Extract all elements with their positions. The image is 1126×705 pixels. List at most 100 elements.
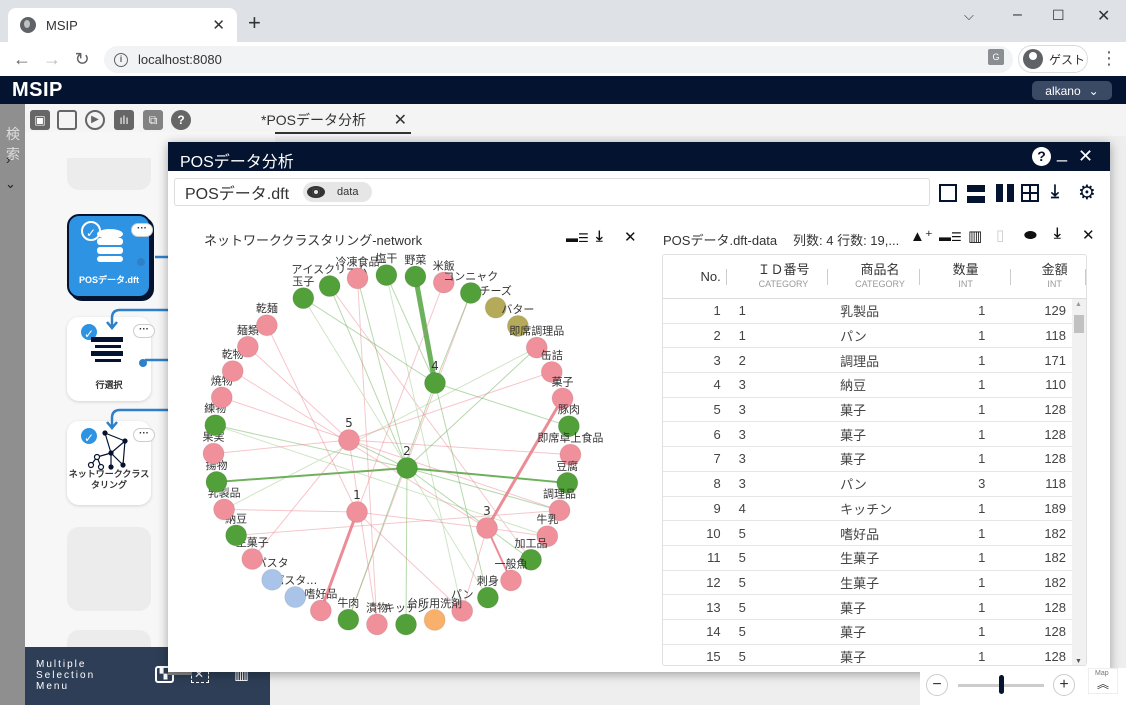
map-collapse-button[interactable]: Map ︽ bbox=[1088, 668, 1118, 694]
layout-grid-icon[interactable] bbox=[1021, 184, 1039, 202]
chevron-down-icon[interactable]: ⌄ bbox=[5, 176, 16, 192]
table-row[interactable]: 1 1 乳製品 1 129 bbox=[663, 299, 1086, 324]
reload-button[interactable]: ↻ bbox=[70, 49, 94, 70]
graph-node[interactable] bbox=[236, 335, 259, 358]
back-button[interactable]: ← bbox=[10, 49, 34, 70]
scroll-up-icon[interactable]: ▲ bbox=[1075, 301, 1082, 308]
graph-node[interactable] bbox=[337, 608, 360, 631]
save-as-icon[interactable] bbox=[57, 110, 77, 130]
graph-node[interactable] bbox=[292, 287, 315, 310]
graph-node[interactable] bbox=[346, 267, 369, 290]
translate-icon[interactable]: G bbox=[988, 49, 1004, 65]
graph-node[interactable] bbox=[202, 442, 225, 465]
address-bar[interactable]: i localhost:8080 bbox=[104, 46, 1013, 73]
layout-vertical-split-icon[interactable] bbox=[996, 184, 1014, 202]
close-window-button[interactable]: ✕ bbox=[1097, 6, 1110, 26]
graph-node[interactable] bbox=[476, 586, 499, 609]
zoom-in-button[interactable]: + bbox=[1053, 674, 1075, 696]
table-row[interactable]: 2 1 パン 1 118 bbox=[663, 324, 1086, 349]
save-icon[interactable]: ▣ bbox=[30, 110, 50, 130]
graph-node[interactable] bbox=[204, 414, 227, 437]
table-row[interactable]: 6 3 菓子 1 128 bbox=[663, 422, 1086, 448]
close-pane-icon[interactable]: ✕ bbox=[624, 228, 637, 246]
graph-node[interactable] bbox=[225, 524, 248, 547]
profile-button[interactable]: ゲスト bbox=[1018, 45, 1088, 73]
zoom-slider-thumb[interactable] bbox=[999, 675, 1004, 694]
graph-node[interactable] bbox=[284, 586, 307, 609]
table-row[interactable]: 9 4 キッチン 1 189 bbox=[663, 497, 1086, 522]
graph-cluster-node[interactable] bbox=[338, 429, 360, 451]
copy-icon[interactable]: ⧉ bbox=[143, 110, 163, 130]
tab-search-icon[interactable]: ⌵ bbox=[964, 8, 974, 24]
graph-node[interactable] bbox=[213, 498, 236, 521]
table-row[interactable]: 3 2 調理品 1 171 bbox=[663, 348, 1086, 374]
zoom-out-button[interactable]: − bbox=[926, 674, 948, 696]
graph-node[interactable] bbox=[210, 386, 233, 409]
graph-node[interactable] bbox=[318, 275, 341, 298]
browser-menu-icon[interactable]: ⋮ bbox=[1100, 48, 1118, 69]
download-icon[interactable]: ⤓ bbox=[1051, 181, 1069, 201]
settings-gear-icon[interactable]: ⚙ bbox=[1078, 180, 1096, 204]
graph-cluster-node[interactable] bbox=[396, 457, 418, 479]
graph-node[interactable] bbox=[375, 264, 398, 287]
info-icon[interactable]: i bbox=[114, 52, 128, 67]
run-icon[interactable]: ▶ bbox=[85, 110, 105, 130]
graph-cluster-node[interactable] bbox=[424, 372, 446, 394]
toggle-icon[interactable]: ⬬ bbox=[1024, 227, 1037, 244]
chevron-right-icon[interactable]: › bbox=[6, 152, 10, 167]
user-menu-button[interactable]: alkano ⌄ bbox=[1032, 81, 1112, 100]
graph-cluster-node[interactable] bbox=[476, 517, 498, 539]
network-graph[interactable]: 玉子アイスクリーム冷凍食品塩干 野菜 米飯コンニャクチーズバター即席調理品缶詰菓子豚… bbox=[192, 250, 652, 670]
close-pane-icon[interactable]: ✕ bbox=[1082, 226, 1095, 244]
table-row[interactable]: 4 3 納豆 1 110 bbox=[663, 373, 1086, 398]
legend-icon[interactable]: ▬☰ bbox=[939, 230, 962, 244]
new-tab-button[interactable]: + bbox=[248, 10, 261, 36]
graph-node[interactable] bbox=[395, 613, 418, 636]
data-view-chip[interactable]: data bbox=[303, 182, 373, 202]
download-icon[interactable]: ⤓ bbox=[1054, 225, 1061, 242]
help-icon[interactable]: ? bbox=[1032, 147, 1051, 166]
table-row[interactable]: 5 3 菓子 1 128 bbox=[663, 398, 1086, 423]
column-header-amount[interactable]: 金額 INT bbox=[1011, 255, 1086, 298]
download-icon[interactable]: ⤓ bbox=[596, 228, 603, 245]
table-row[interactable]: 11 5 生菓子 1 182 bbox=[663, 546, 1086, 571]
legend-icon[interactable]: ▬☰ bbox=[566, 231, 589, 245]
close-tab-icon[interactable]: ✕ bbox=[212, 16, 225, 34]
table-row[interactable]: 10 5 嗜好品 1 182 bbox=[663, 521, 1086, 546]
layout-horizontal-split-icon[interactable] bbox=[967, 185, 985, 203]
graph-node[interactable] bbox=[500, 569, 523, 592]
editor-tab[interactable]: *POSデータ分析 ✕ bbox=[221, 108, 411, 134]
add-image-icon[interactable]: ▲⁺ bbox=[910, 227, 933, 245]
maximize-window-button[interactable]: ☐ bbox=[1052, 7, 1065, 24]
scrollbar-thumb[interactable] bbox=[1074, 315, 1084, 333]
table-row[interactable]: 7 3 菓子 1 128 bbox=[663, 447, 1086, 472]
node-menu-button[interactable]: ··· bbox=[131, 223, 153, 237]
graph-node[interactable] bbox=[241, 547, 264, 570]
chart-icon[interactable]: ılı bbox=[114, 110, 134, 130]
graph-node[interactable] bbox=[309, 599, 332, 622]
table-row[interactable]: 12 5 生菓子 1 182 bbox=[663, 571, 1086, 596]
column-header-id[interactable]: ＩＤ番号 CATEGORY bbox=[727, 255, 829, 298]
forward-button[interactable]: → bbox=[40, 49, 64, 70]
table-scrollbar[interactable]: ▲ ▼ bbox=[1072, 299, 1086, 665]
graph-node[interactable] bbox=[205, 470, 228, 493]
table-row[interactable]: 14 5 菓子 1 128 bbox=[663, 620, 1086, 645]
graph-node[interactable] bbox=[365, 613, 388, 636]
browser-tab[interactable]: MSIP ✕ bbox=[8, 8, 237, 42]
layout-single-icon[interactable] bbox=[939, 184, 957, 202]
help-icon[interactable]: ? bbox=[171, 110, 191, 130]
minimize-dialog-button[interactable]: _ bbox=[1057, 142, 1067, 163]
graph-node[interactable] bbox=[255, 314, 278, 337]
graph-node[interactable] bbox=[221, 360, 244, 383]
scroll-down-icon[interactable]: ▼ bbox=[1075, 658, 1082, 665]
graph-node[interactable] bbox=[459, 281, 482, 304]
columns-icon[interactable]: ▥ bbox=[968, 227, 982, 245]
table-row[interactable]: 8 3 パン 3 118 bbox=[663, 472, 1086, 497]
column-header-no[interactable]: No. bbox=[663, 255, 727, 298]
table-row[interactable]: 15 5 菓子 1 128 bbox=[663, 645, 1086, 665]
close-editor-tab-icon[interactable]: ✕ bbox=[394, 110, 407, 130]
graph-node[interactable] bbox=[404, 265, 427, 288]
graph-node[interactable] bbox=[261, 568, 284, 591]
graph-cluster-node[interactable] bbox=[346, 501, 368, 523]
column-header-product[interactable]: 商品名 CATEGORY bbox=[828, 255, 920, 298]
